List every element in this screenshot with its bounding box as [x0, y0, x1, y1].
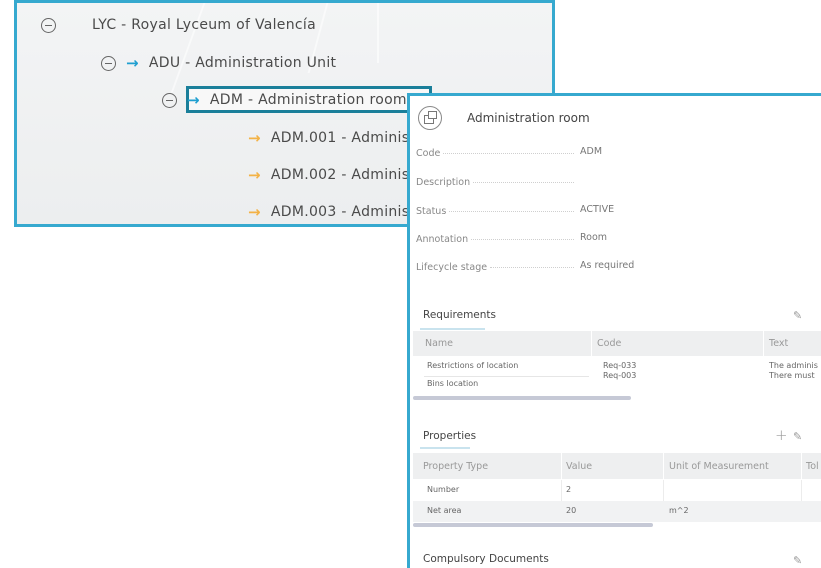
collapse-icon[interactable]	[101, 55, 116, 71]
cell-type: Net area	[427, 506, 462, 515]
field-label: Lifecycle stage	[416, 261, 488, 273]
tree-item-label: LYC - Royal Lyceum of Valencía	[92, 17, 316, 33]
tree-item-adm-002[interactable]: → ADM.002 - Adminis	[248, 162, 409, 188]
arrow-right-icon: →	[126, 53, 139, 72]
column-header[interactable]: Text	[769, 338, 788, 349]
tree-item-adm-001[interactable]: → ADM.001 - Adminis	[248, 125, 409, 151]
plus-icon[interactable]: +	[775, 426, 788, 444]
detail-panel: Administration room Code ADM Description…	[407, 93, 821, 568]
arrow-right-icon: →	[187, 90, 200, 109]
column-divider	[591, 331, 592, 356]
tree-item-label: ADU - Administration Unit	[148, 55, 337, 71]
column-divider	[561, 480, 562, 501]
detail-title: Administration room	[467, 111, 590, 125]
column-divider	[663, 453, 664, 479]
pencil-icon[interactable]: ✎	[793, 554, 802, 567]
field-annotation-value: Room	[580, 232, 608, 243]
tree-item-adm-003[interactable]: → ADM.003 - Adminis	[248, 199, 410, 224]
column-divider	[801, 453, 802, 479]
cell-unit: m^2	[669, 506, 689, 515]
cell-value: 20	[566, 506, 577, 515]
table-row[interactable]: Net area 20 m^2	[413, 501, 821, 522]
column-divider	[801, 480, 802, 501]
dotted-leader	[449, 210, 574, 212]
detail-header: Administration room	[418, 106, 590, 130]
column-divider	[663, 480, 664, 501]
column-header[interactable]: Property Type	[423, 461, 488, 472]
requirements-underline	[420, 328, 485, 330]
cell-code: Req-003	[603, 371, 637, 380]
cell-value: 2	[566, 485, 572, 494]
column-header[interactable]: Tol	[806, 461, 819, 472]
field-label: Annotation	[416, 233, 469, 245]
dotted-leader	[473, 181, 574, 183]
arrow-right-icon: →	[248, 128, 261, 147]
table-row[interactable]: Number 2	[413, 480, 821, 501]
field-label: Status	[416, 205, 447, 217]
properties-table-header: Property Type Value Unit of Measurement …	[413, 453, 821, 479]
field-status-value: ACTIVE	[580, 204, 615, 215]
requirements-title: Requirements	[423, 309, 496, 321]
dotted-leader	[471, 238, 574, 240]
arrow-right-icon: →	[248, 165, 261, 184]
properties-title: Properties	[423, 430, 477, 442]
column-header[interactable]: Value	[566, 461, 592, 472]
room-icon	[418, 106, 442, 130]
collapse-icon[interactable]	[41, 17, 56, 33]
tree-item-lyc[interactable]: LYC - Royal Lyceum of Valencía	[41, 12, 316, 38]
column-header[interactable]: Code	[597, 338, 621, 349]
field-lifecycle-label: Lifecycle stage	[416, 260, 574, 274]
field-label: Description	[416, 176, 471, 188]
field-status-label: Status	[416, 204, 574, 218]
column-header[interactable]: Unit of Measurement	[669, 461, 769, 472]
cell-text: The adminis	[769, 361, 818, 370]
tree-item-label: ADM.002 - Adminis	[270, 167, 410, 183]
background-decoration	[377, 3, 379, 63]
cell-name: Restrictions of location	[427, 361, 519, 370]
pencil-icon[interactable]: ✎	[793, 430, 802, 443]
field-annotation-label: Annotation	[416, 232, 574, 246]
column-divider	[561, 453, 562, 479]
tree-item-adu[interactable]: → ADU - Administration Unit	[101, 50, 336, 76]
properties-underline	[420, 447, 470, 449]
horizontal-scrollbar[interactable]	[413, 396, 631, 400]
tree-item-label: ADM - Administration room	[209, 92, 407, 108]
collapse-icon[interactable]	[162, 92, 177, 108]
field-code-value: ADM	[580, 146, 603, 157]
arrow-right-icon: →	[248, 202, 261, 221]
tree-item-label: ADM.001 - Adminis	[270, 130, 410, 146]
column-divider	[763, 331, 764, 356]
column-header[interactable]: Name	[425, 338, 453, 349]
tree-item-adm[interactable]: → ADM - Administration room	[162, 87, 407, 113]
field-description-label: Description	[416, 175, 574, 189]
tree-item-label: ADM.003 - Adminis	[270, 204, 410, 220]
table-row[interactable]: Bins location Req-003 There must	[413, 371, 821, 390]
cell-type: Number	[427, 485, 460, 494]
cell-code: Req-033	[603, 361, 637, 370]
horizontal-scrollbar[interactable]	[413, 523, 653, 527]
field-code-label: Code	[416, 146, 574, 160]
field-lifecycle-value: As required	[580, 260, 635, 271]
dotted-leader	[490, 266, 574, 268]
pencil-icon[interactable]: ✎	[793, 309, 802, 322]
field-label: Code	[416, 147, 441, 159]
cell-name: Bins location	[427, 379, 479, 388]
requirements-table-header: Name Code Text	[413, 331, 821, 356]
cell-text: There must	[769, 371, 815, 380]
dotted-leader	[443, 152, 574, 154]
compulsory-documents-title: Compulsory Documents	[423, 553, 549, 565]
